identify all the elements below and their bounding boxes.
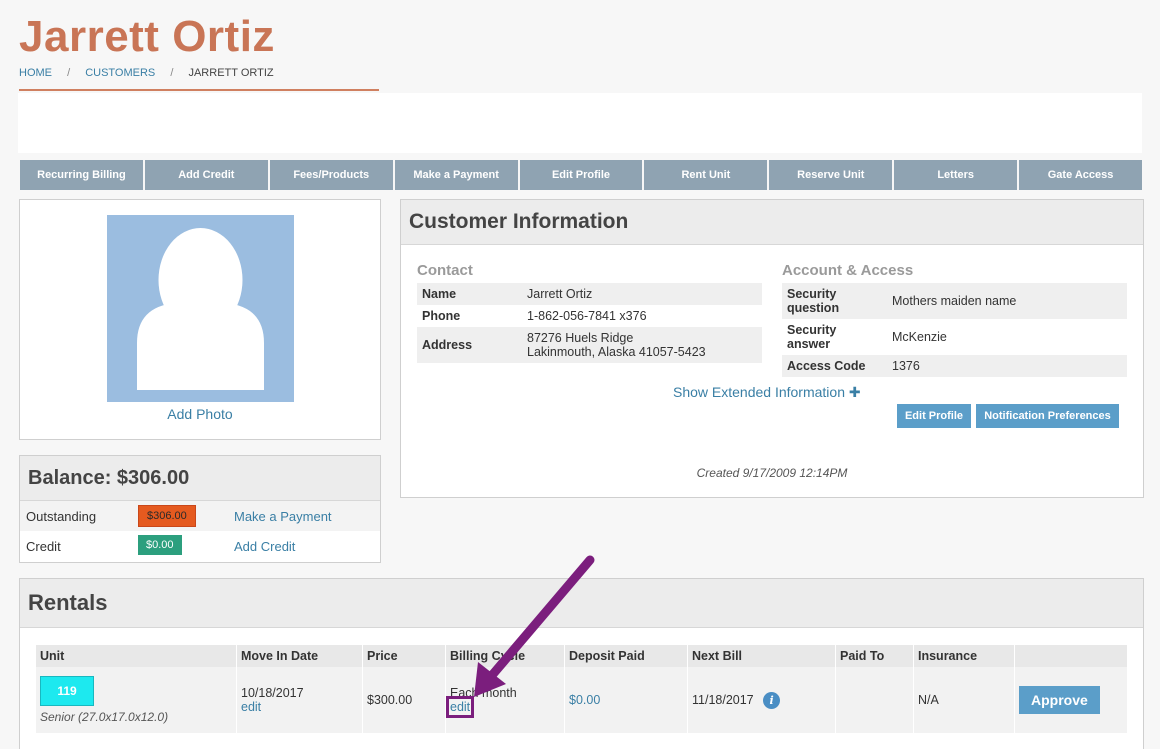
info-icon[interactable]: i bbox=[763, 691, 781, 709]
reserve-unit-button[interactable]: Reserve Unit bbox=[769, 160, 893, 190]
phone-value: 1-862-056-7841 x376 bbox=[527, 309, 647, 323]
outstanding-row: Outstanding $306.00 Make a Payment bbox=[20, 501, 380, 531]
column-header: Move In Date bbox=[236, 645, 363, 667]
make-payment-link[interactable]: Make a Payment bbox=[234, 509, 332, 524]
action-cell: Approve bbox=[1014, 667, 1128, 733]
person-silhouette-icon bbox=[137, 228, 264, 390]
balance-title: Balance: $306.00 bbox=[20, 456, 380, 501]
breadcrumb-customers[interactable]: CUSTOMERS bbox=[85, 67, 155, 79]
breadcrumb-current: JARRETT ORTIZ bbox=[188, 67, 274, 79]
balance-panel: Balance: $306.00 Outstanding $306.00 Mak… bbox=[19, 455, 381, 563]
column-header bbox=[1014, 645, 1128, 667]
approve-button[interactable]: Approve bbox=[1019, 686, 1100, 714]
credit-row: Credit $0.00 Add Credit bbox=[20, 531, 380, 561]
fees-products-button[interactable]: Fees/Products bbox=[269, 160, 393, 190]
column-header: Deposit Paid bbox=[564, 645, 688, 667]
recurring-billing-button[interactable]: Recurring Billing bbox=[20, 160, 143, 190]
address-line-1: 87276 Huels Ridge bbox=[527, 331, 634, 345]
next-bill-date: 11/18/2017 bbox=[692, 692, 754, 707]
table-row: 119 Senior (27.0x17.0x12.0) 10/18/2017 e… bbox=[36, 667, 1128, 733]
unit-badge[interactable]: 119 bbox=[40, 676, 94, 706]
breadcrumb-separator: / bbox=[67, 67, 71, 79]
billing-cell: Each month edit bbox=[445, 667, 565, 733]
security-answer-label: Security answer bbox=[787, 323, 837, 351]
move-in-date: 10/18/2017 bbox=[241, 686, 304, 700]
show-extended-info-label: Show Extended Information bbox=[673, 384, 845, 400]
security-answer-value: McKenzie bbox=[892, 330, 947, 344]
name-label: Name bbox=[417, 283, 522, 305]
page-title: Jarrett Ortiz bbox=[19, 12, 275, 61]
insurance-cell: N/A bbox=[913, 667, 1015, 733]
deposit-cell: $0.00 bbox=[564, 667, 688, 733]
outstanding-badge: $306.00 bbox=[138, 505, 196, 527]
address-line-2: Lakinmouth, Alaska 41057-5423 bbox=[527, 345, 706, 359]
add-credit-link[interactable]: Add Credit bbox=[234, 539, 295, 554]
address-label: Address bbox=[417, 327, 522, 363]
letters-button[interactable]: Letters bbox=[894, 160, 1018, 190]
created-timestamp: Created 9/17/2009 12:14PM bbox=[696, 466, 848, 480]
next-bill-cell: 11/18/2017 i bbox=[687, 667, 836, 733]
edit-profile-nav-button[interactable]: Edit Profile bbox=[519, 160, 643, 190]
contact-table: Name Jarrett Ortiz Phone 1-862-056-7841 … bbox=[417, 283, 762, 363]
contact-title: Contact bbox=[417, 262, 473, 279]
account-title: Account & Access bbox=[782, 262, 914, 279]
outstanding-label: Outstanding bbox=[26, 509, 97, 524]
make-payment-button[interactable]: Make a Payment bbox=[394, 160, 518, 190]
column-header: Next Bill bbox=[687, 645, 836, 667]
edit-profile-button[interactable]: Edit Profile bbox=[897, 404, 971, 428]
customer-info-title: Customer Information bbox=[401, 200, 1143, 245]
plus-icon: ✚ bbox=[848, 384, 861, 400]
breadcrumb-home[interactable]: HOME bbox=[19, 67, 52, 79]
column-header: Price bbox=[362, 645, 446, 667]
unit-description: Senior (27.0x17.0x12.0) bbox=[40, 710, 169, 724]
action-toolbar: Recurring Billing Add Credit Fees/Produc… bbox=[20, 160, 1143, 190]
breadcrumb: HOME / CUSTOMERS / JARRETT ORTIZ bbox=[19, 67, 379, 91]
rentals-table: Unit Move In Date Price Billing Cycle De… bbox=[36, 645, 1128, 733]
gate-access-button[interactable]: Gate Access bbox=[1019, 160, 1143, 190]
security-question-label: Security question bbox=[782, 283, 887, 319]
notification-preferences-button[interactable]: Notification Preferences bbox=[976, 404, 1119, 428]
add-photo-link[interactable]: Add Photo bbox=[20, 406, 380, 422]
access-code-value: 1376 bbox=[887, 355, 1127, 377]
column-header: Unit bbox=[36, 645, 237, 667]
move-in-cell: 10/18/2017 edit bbox=[236, 667, 363, 733]
rentals-panel: Rentals Unit Move In Date Price Billing … bbox=[19, 578, 1144, 749]
rentals-title: Rentals bbox=[20, 579, 1143, 628]
credit-badge: $0.00 bbox=[138, 535, 182, 555]
photo-panel: Add Photo bbox=[19, 199, 381, 440]
show-extended-info-link[interactable]: Show Extended Information ✚ bbox=[673, 384, 861, 401]
avatar[interactable] bbox=[107, 215, 294, 402]
phone-label: Phone bbox=[422, 309, 461, 323]
header-band bbox=[18, 93, 1142, 153]
add-credit-button[interactable]: Add Credit bbox=[144, 160, 268, 190]
column-header: Insurance bbox=[913, 645, 1015, 667]
name-value: Jarrett Ortiz bbox=[522, 283, 762, 305]
price-cell: $300.00 bbox=[362, 667, 446, 733]
account-table: Security question Mothers maiden name Se… bbox=[782, 283, 1127, 377]
billing-edit-link[interactable]: edit bbox=[445, 696, 475, 718]
customer-info-panel: Customer Information Contact Name Jarret… bbox=[400, 199, 1144, 498]
paid-to-cell bbox=[835, 667, 914, 733]
credit-label: Credit bbox=[26, 539, 61, 554]
rent-unit-button[interactable]: Rent Unit bbox=[644, 160, 768, 190]
deposit-paid-link[interactable]: $0.00 bbox=[569, 693, 600, 707]
move-in-edit-link[interactable]: edit bbox=[241, 700, 261, 714]
security-question-value: Mothers maiden name bbox=[887, 283, 1127, 319]
billing-cycle: Each month bbox=[450, 686, 517, 700]
unit-cell: 119 Senior (27.0x17.0x12.0) bbox=[36, 667, 237, 733]
address-value: 87276 Huels Ridge Lakinmouth, Alaska 410… bbox=[522, 327, 762, 363]
column-header: Billing Cycle bbox=[445, 645, 565, 667]
access-code-label: Access Code bbox=[782, 355, 887, 377]
breadcrumb-separator: / bbox=[170, 67, 174, 79]
column-header: Paid To bbox=[835, 645, 914, 667]
